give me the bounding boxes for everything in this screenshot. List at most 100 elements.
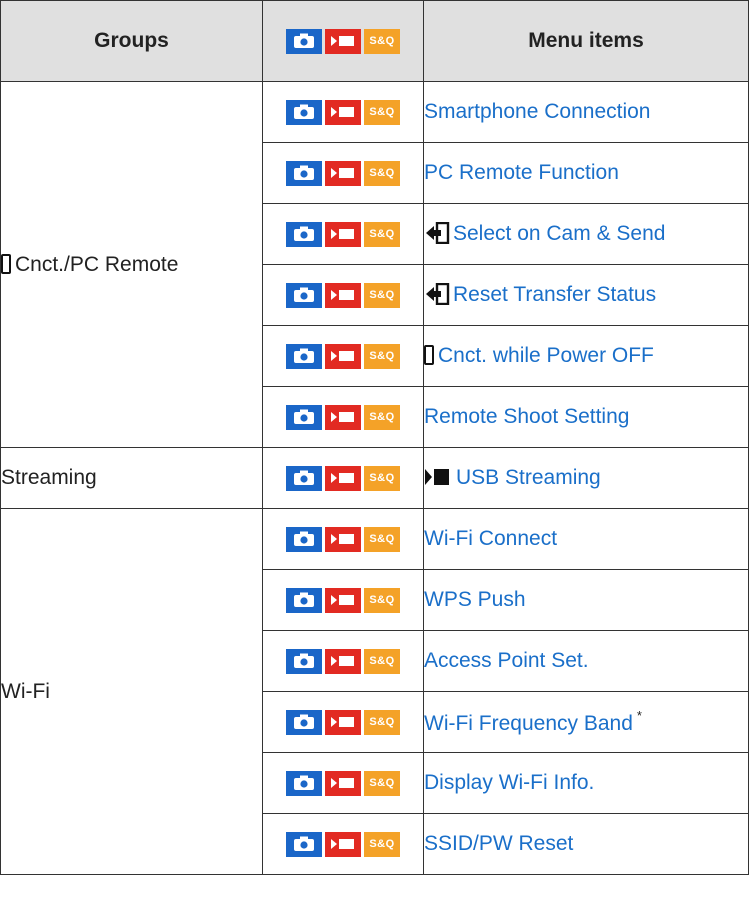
menu-item-cell: Display Wi-Fi Info. [423, 752, 749, 814]
camera-icon [286, 770, 322, 796]
menu-item-cell: Select on Cam & Send [423, 203, 749, 265]
menu-item-cell: PC Remote Function [423, 142, 749, 204]
menu-table: Groups S&Q Menu items Cnct./PC Remote S&… [0, 0, 749, 875]
movie-icon [325, 770, 361, 796]
camera-icon [286, 526, 322, 552]
sq-icon: S&Q [364, 160, 400, 186]
menu-item-link[interactable]: Display Wi-Fi Info. [424, 771, 594, 794]
streaming-icon [425, 469, 449, 485]
group-label: Wi-Fi [1, 679, 50, 703]
movie-icon [325, 282, 361, 308]
sq-icon: S&Q [364, 648, 400, 674]
sq-icon: S&Q [364, 28, 400, 54]
camera-icon [286, 404, 322, 430]
mode-icons-cell: S&Q [262, 142, 424, 204]
movie-icon [325, 404, 361, 430]
movie-icon [325, 221, 361, 247]
mode-icons-cell: S&Q [262, 447, 424, 509]
menu-item-cell: Reset Transfer Status [423, 264, 749, 326]
menu-item-cell: Access Point Set. [423, 630, 749, 692]
group-label: Cnct./PC Remote [15, 252, 179, 276]
smartphone-icon [424, 345, 434, 365]
group-cell: Cnct./PC Remote [0, 81, 263, 448]
menu-item-cell: Remote Shoot Setting [423, 386, 749, 448]
group-label: Streaming [1, 466, 97, 489]
group-cell: Streaming [0, 447, 263, 509]
movie-icon [325, 709, 361, 735]
footnote-mark: * [636, 708, 642, 723]
sq-icon: S&Q [364, 770, 400, 796]
sq-icon: S&Q [364, 404, 400, 430]
movie-icon [325, 648, 361, 674]
sq-icon: S&Q [364, 526, 400, 552]
camera-icon [286, 221, 322, 247]
camera-icon [286, 709, 322, 735]
movie-icon [325, 465, 361, 491]
menu-item-link[interactable]: Access Point Set. [424, 649, 589, 672]
sq-icon: S&Q [364, 343, 400, 369]
movie-icon [325, 99, 361, 125]
menu-item-cell: Cnct. while Power OFF [423, 325, 749, 387]
table-row: Cnct./PC Remote S&Q Smartphone Connectio… [0, 81, 749, 448]
movie-icon [325, 343, 361, 369]
sq-icon: S&Q [364, 99, 400, 125]
movie-icon [325, 160, 361, 186]
movie-icon [325, 28, 361, 54]
menu-item-link[interactable]: Remote Shoot Setting [424, 405, 629, 428]
sq-icon: S&Q [364, 587, 400, 613]
mode-icons-cell: S&Q [262, 264, 424, 326]
menu-item-link[interactable]: Smartphone Connection [424, 100, 650, 123]
mode-icons-cell: S&Q [262, 386, 424, 448]
sq-icon: S&Q [364, 221, 400, 247]
camera-icon [286, 465, 322, 491]
movie-icon [325, 831, 361, 857]
send-icon [426, 222, 450, 244]
header-menu-items: Menu items [423, 0, 749, 82]
mode-icons-cell: S&Q [262, 508, 424, 570]
mode-icons-cell: S&Q [262, 203, 424, 265]
menu-item-link[interactable]: WPS Push [424, 588, 526, 611]
sq-icon: S&Q [364, 831, 400, 857]
menu-item-cell: WPS Push [423, 569, 749, 631]
menu-item-link[interactable]: USB Streaming [456, 466, 601, 489]
menu-item-link[interactable]: Cnct. while Power OFF [438, 344, 654, 367]
header-groups: Groups [0, 0, 263, 82]
menu-item-link[interactable]: Select on Cam & Send [453, 222, 665, 245]
table-row: Wi-Fi S&Q Wi-Fi Connect [0, 508, 749, 875]
menu-item-cell: Smartphone Connection [423, 81, 749, 143]
camera-icon [286, 160, 322, 186]
mode-icons-cell: S&Q [262, 81, 424, 143]
sq-icon: S&Q [364, 465, 400, 491]
sq-icon: S&Q [364, 709, 400, 735]
camera-icon [286, 831, 322, 857]
mode-icons-cell: S&Q [262, 325, 424, 387]
camera-icon [286, 343, 322, 369]
camera-icon [286, 587, 322, 613]
menu-item-link[interactable]: Wi-Fi Connect [424, 527, 557, 550]
header-mode-icons: S&Q [262, 0, 424, 82]
header-row: Groups S&Q Menu items [0, 0, 749, 82]
menu-item-link[interactable]: Reset Transfer Status [453, 283, 656, 306]
sq-icon: S&Q [364, 282, 400, 308]
menu-item-cell: Wi-Fi Connect [423, 508, 749, 570]
movie-icon [325, 587, 361, 613]
camera-icon [286, 648, 322, 674]
group-cell: Wi-Fi [0, 508, 263, 875]
table-row: Streaming S&Q USB Streaming [0, 447, 749, 509]
menu-item-link[interactable]: PC Remote Function [424, 161, 619, 184]
mode-icons-cell: S&Q [262, 813, 424, 875]
menu-item-cell: Wi-Fi Frequency Band * [423, 691, 749, 753]
mode-icons-cell: S&Q [262, 752, 424, 814]
camera-icon [286, 282, 322, 308]
menu-item-link[interactable]: SSID/PW Reset [424, 832, 573, 855]
smartphone-icon [1, 253, 11, 274]
movie-icon [325, 526, 361, 552]
menu-item-link[interactable]: Wi-Fi Frequency Band [424, 712, 633, 735]
camera-icon [286, 28, 322, 54]
mode-icons-cell: S&Q [262, 691, 424, 753]
menu-item-cell: SSID/PW Reset [423, 813, 749, 875]
menu-item-cell: USB Streaming [423, 447, 749, 509]
mode-icons-cell: S&Q [262, 630, 424, 692]
send-icon [426, 283, 450, 305]
mode-icons-cell: S&Q [262, 569, 424, 631]
